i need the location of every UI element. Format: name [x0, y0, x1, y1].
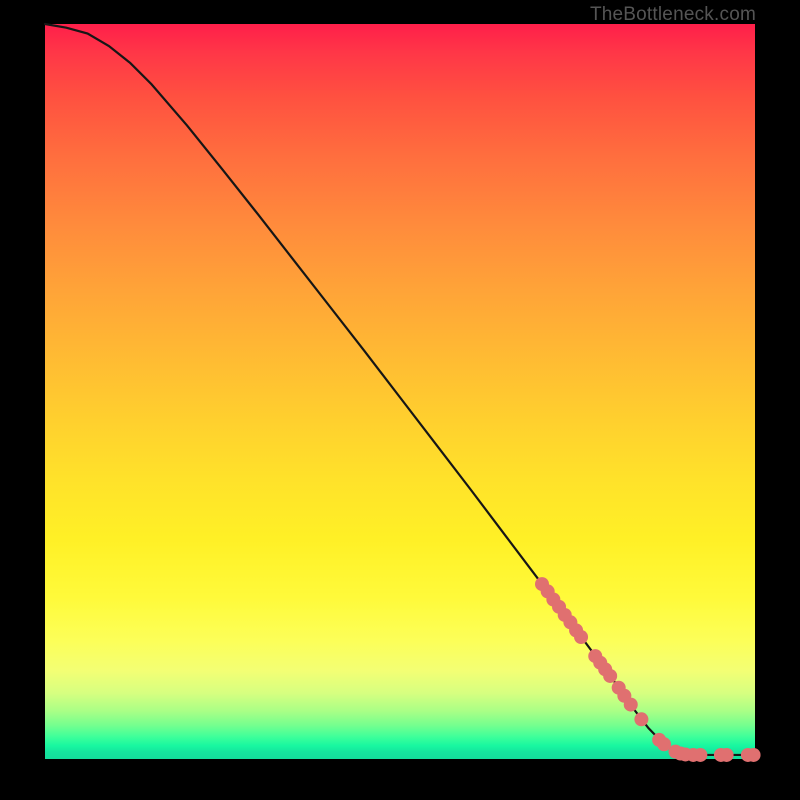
watermark-text: TheBottleneck.com	[590, 4, 756, 26]
data-point	[603, 669, 617, 683]
chart-frame: TheBottleneck.com	[0, 0, 800, 800]
data-point	[574, 630, 588, 644]
chart-svg	[45, 24, 755, 759]
chart-points	[535, 577, 761, 762]
data-point	[634, 712, 648, 726]
chart-curve	[45, 24, 755, 755]
data-point	[624, 698, 638, 712]
data-point	[693, 748, 707, 762]
data-point	[747, 748, 761, 762]
plot-area	[45, 24, 755, 759]
data-point	[720, 748, 734, 762]
